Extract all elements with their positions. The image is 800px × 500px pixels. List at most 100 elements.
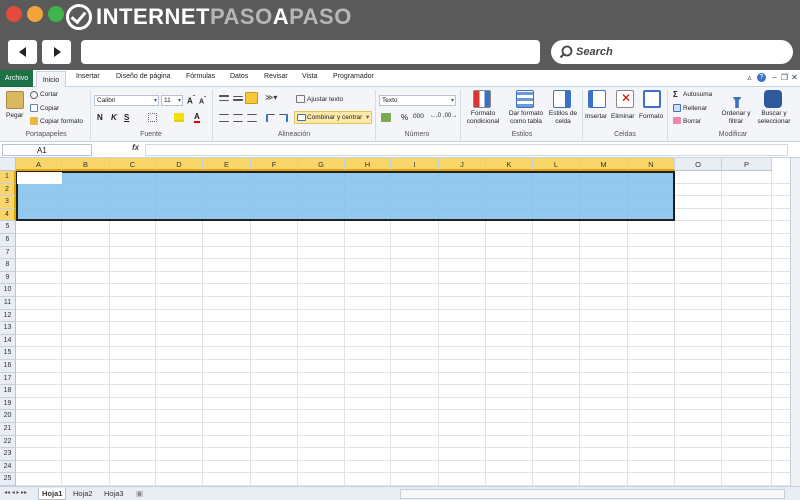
format-cells-button[interactable]: Formato <box>639 113 663 120</box>
tab-diseno-pagina[interactable]: Diseño de página <box>116 73 171 80</box>
align-right-icon[interactable] <box>247 114 257 122</box>
column-header-d[interactable]: D <box>156 158 203 171</box>
column-header-n[interactable]: N <box>628 158 675 171</box>
row-header-18[interactable]: 18 <box>0 385 16 398</box>
row-header-5[interactable]: 5 <box>0 221 16 234</box>
row-header-11[interactable]: 11 <box>0 297 16 310</box>
font-name-select[interactable]: Calibri <box>94 95 159 106</box>
fill-button[interactable]: Rellenar <box>683 105 707 112</box>
row-header-20[interactable]: 20 <box>0 410 16 423</box>
align-center-icon[interactable] <box>233 114 243 122</box>
sheet-tab-hoja3[interactable]: Hoja3 <box>101 488 127 500</box>
column-header-f[interactable]: F <box>251 158 298 171</box>
column-header-j[interactable]: J <box>439 158 486 171</box>
spreadsheet-grid[interactable]: ABCDEFGHIJKLMNOP 1 2 3 4 5 6 7 8 9 10 11 12 13 14 15 16… <box>0 158 790 486</box>
row-header-7[interactable]: 7 <box>0 246 16 260</box>
selected-range[interactable] <box>16 171 675 222</box>
increase-indent-icon[interactable] <box>279 114 288 122</box>
row-header-22[interactable]: 22 <box>0 435 16 449</box>
tab-datos[interactable]: Datos <box>230 73 248 80</box>
autosum-button[interactable]: Autosuma <box>683 91 712 98</box>
increase-decimal-icon[interactable]: ←,0 <box>430 113 441 119</box>
column-header-g[interactable]: G <box>298 158 345 171</box>
row-header-19[interactable]: 19 <box>0 397 16 411</box>
align-left-icon[interactable] <box>219 114 229 122</box>
row-header-12[interactable]: 12 <box>0 309 16 323</box>
row-header-13[interactable]: 13 <box>0 322 16 335</box>
column-header-i[interactable]: I <box>391 158 439 171</box>
new-sheet-icon[interactable]: ▣ <box>133 488 146 500</box>
orientation-icon[interactable]: ≫▾ <box>265 93 277 102</box>
fx-button[interactable]: fx <box>132 143 139 152</box>
row-header-16[interactable]: 16 <box>0 360 16 373</box>
align-top-icon[interactable] <box>219 95 229 101</box>
sort-filter-button[interactable]: Ordenar y filtrar <box>719 110 753 126</box>
cut-button[interactable]: Cortar <box>40 91 58 98</box>
sheet-tab-hoja1[interactable]: Hoja1 <box>38 488 67 500</box>
column-header-p[interactable]: P <box>722 158 772 171</box>
column-header-k[interactable]: K <box>486 158 533 171</box>
column-header-o[interactable]: O <box>675 158 722 171</box>
row-header-2[interactable]: 2 <box>0 183 16 197</box>
back-button[interactable] <box>8 40 37 64</box>
tab-inicio[interactable]: Inicio <box>36 71 66 88</box>
font-color-icon[interactable]: A <box>194 112 200 123</box>
font-size-select[interactable]: 11 <box>161 95 183 106</box>
column-header-e[interactable]: E <box>203 158 251 171</box>
underline-button[interactable]: S <box>124 113 129 122</box>
row-header-8[interactable]: 8 <box>0 259 16 272</box>
close-window-dot[interactable] <box>6 6 22 22</box>
window-minimize-icon[interactable]: – <box>770 73 779 82</box>
row-header-17[interactable]: 17 <box>0 372 16 386</box>
sheet-nav-icons[interactable]: ◂◂ ◂ ▸ ▸▸ <box>4 489 27 496</box>
site-logo[interactable]: INTERNETPASOAPASO <box>66 4 352 30</box>
delete-cells-button[interactable]: Eliminar <box>611 113 634 120</box>
row-header-25[interactable]: 25 <box>0 473 16 486</box>
tab-vista[interactable]: Vista <box>302 73 317 80</box>
row-header-3[interactable]: 3 <box>0 196 16 209</box>
wrap-text-button[interactable]: Ajustar texto <box>307 96 343 103</box>
ribbon-minimize-icon[interactable]: ▵ <box>745 73 754 82</box>
tab-revisar[interactable]: Revisar <box>264 73 288 80</box>
merge-dropdown-icon[interactable]: ▾ <box>366 113 369 121</box>
number-format-select[interactable]: Texto <box>379 95 456 106</box>
column-header-b[interactable]: B <box>62 158 110 171</box>
maximize-window-dot[interactable] <box>48 6 64 22</box>
grow-font-button[interactable]: Aˆ <box>187 95 195 106</box>
clear-button[interactable]: Borrar <box>683 118 701 125</box>
minimize-window-dot[interactable] <box>27 6 43 22</box>
italic-button[interactable]: K <box>111 113 117 122</box>
row-header-9[interactable]: 9 <box>0 271 16 285</box>
fill-color-icon[interactable] <box>174 113 184 122</box>
paste-button[interactable]: Pegar <box>6 112 23 119</box>
tab-programador[interactable]: Programador <box>333 73 374 80</box>
insert-cells-button[interactable]: Insertar <box>585 113 607 120</box>
row-header-4[interactable]: 4 <box>0 208 16 222</box>
align-bottom-icon[interactable] <box>245 92 258 104</box>
row-header-15[interactable]: 15 <box>0 347 16 360</box>
merge-center-button[interactable]: Combinar y centrar <box>307 114 362 121</box>
thousands-button[interactable]: 000 <box>413 113 424 120</box>
shrink-font-button[interactable]: Aˇ <box>199 96 206 105</box>
horizontal-scrollbar[interactable] <box>400 489 785 499</box>
tab-archivo[interactable]: Archivo <box>0 70 33 87</box>
row-header-23[interactable]: 23 <box>0 448 16 461</box>
address-bar[interactable] <box>81 40 540 64</box>
align-middle-icon[interactable] <box>233 96 243 101</box>
column-header-h[interactable]: H <box>345 158 391 171</box>
percent-button[interactable]: % <box>401 113 408 122</box>
window-close-icon[interactable]: ✕ <box>790 73 799 82</box>
column-header-l[interactable]: L <box>533 158 580 171</box>
tab-insertar[interactable]: Insertar <box>76 73 100 80</box>
decrease-decimal-icon[interactable]: ,00→ <box>443 113 457 119</box>
row-header-6[interactable]: 6 <box>0 234 16 247</box>
row-header-10[interactable]: 10 <box>0 284 16 297</box>
row-header-1[interactable]: 1 <box>0 171 16 184</box>
copy-format-button[interactable]: Copiar formato <box>40 118 83 125</box>
help-icon[interactable]: ? <box>757 73 766 82</box>
bold-button[interactable]: N <box>97 113 103 122</box>
sheet-tab-hoja2[interactable]: Hoja2 <box>70 488 96 500</box>
window-restore-icon[interactable]: ❐ <box>780 73 789 82</box>
column-header-a[interactable]: A <box>16 158 62 171</box>
decrease-indent-icon[interactable] <box>266 114 275 122</box>
